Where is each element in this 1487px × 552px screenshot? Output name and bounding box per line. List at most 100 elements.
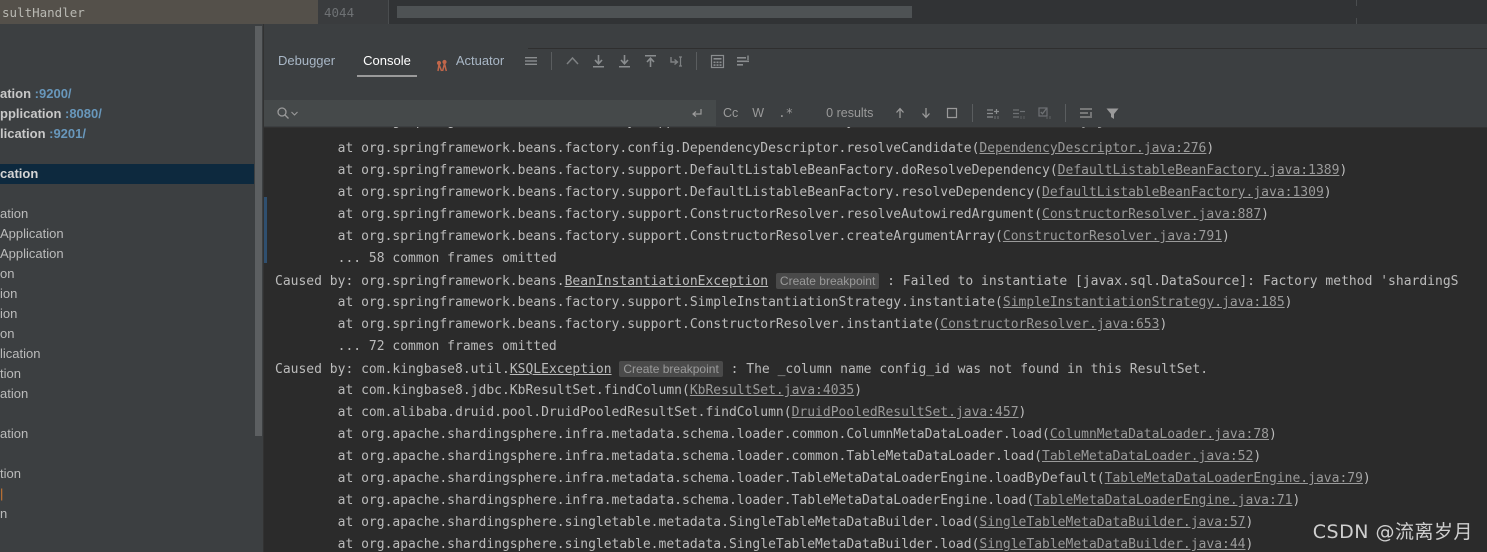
run-config-item[interactable]: Application xyxy=(0,244,254,264)
search-field-container[interactable] xyxy=(264,100,716,126)
stacktrace-source-link[interactable]: TableMetaDataLoader.java:52 xyxy=(1042,449,1253,464)
console-text: ) xyxy=(1253,449,1262,464)
stacktrace-source-link[interactable]: SingleTableMetaDataBuilder.java:57 xyxy=(979,515,1245,530)
console-text: ) xyxy=(1339,163,1348,178)
console-text: ) xyxy=(1018,405,1027,420)
completion-highlight-segment[interactable]: sultHandler xyxy=(0,0,318,24)
layout-settings-button[interactable] xyxy=(519,49,543,73)
run-config-item[interactable]: Application xyxy=(0,224,254,244)
console-text: ) xyxy=(1159,127,1167,129)
console-search-bar: Cc W .* 0 results xyxy=(264,100,1487,126)
horizontal-scrollbar-thumb[interactable] xyxy=(397,6,912,18)
run-config-item[interactable]: lication xyxy=(0,344,254,364)
console-text: at org.springframework.beans.factory.sup… xyxy=(275,317,941,332)
filter-check-button[interactable] xyxy=(1034,102,1056,124)
run-config-item[interactable]: ion xyxy=(0,304,254,324)
stacktrace-source-link[interactable]: TableMetaDataLoaderEngine.java:79 xyxy=(1105,471,1363,486)
run-config-item[interactable] xyxy=(0,184,254,204)
calculator-icon xyxy=(710,54,724,68)
search-prev-button[interactable] xyxy=(889,102,911,124)
chevron-down-icon[interactable] xyxy=(290,102,299,124)
console-text: ) xyxy=(1292,493,1301,508)
stacktrace-source-link[interactable]: DependencyDescriptor.java:276 xyxy=(979,141,1206,156)
step-out-button[interactable] xyxy=(560,49,584,73)
run-config-item[interactable]: ation xyxy=(0,384,254,404)
select-all-occurrences-button[interactable] xyxy=(941,102,963,124)
exception-class-link[interactable]: KSQLException xyxy=(510,362,612,377)
run-config-item[interactable]: ation xyxy=(0,204,254,224)
stacktrace-source-link[interactable]: SimpleInstantiationStrategy.java:185 xyxy=(1003,295,1285,310)
create-breakpoint-chip[interactable]: Create breakpoint xyxy=(619,361,723,377)
run-config-item[interactable]: | xyxy=(0,484,254,504)
stacktrace-source-link[interactable]: ConstructorResolver.java:887 xyxy=(1042,207,1261,222)
run-config-item[interactable]: ion xyxy=(0,284,254,304)
run-config-port-link[interactable]: :8080/ xyxy=(61,106,102,121)
soft-wrap-button[interactable] xyxy=(1075,102,1097,124)
step-over-button[interactable] xyxy=(586,49,610,73)
tab-console[interactable]: Console xyxy=(349,45,425,77)
run-config-item[interactable]: tion xyxy=(0,464,254,484)
run-config-item[interactable]: ation :9200/ xyxy=(0,84,254,104)
create-breakpoint-chip[interactable]: Create breakpoint xyxy=(775,273,880,289)
whole-words-toggle[interactable]: W xyxy=(745,101,771,125)
toolbar-separator-2 xyxy=(696,52,698,70)
run-config-item[interactable]: on xyxy=(0,264,254,284)
sidebar-scrollbar-thumb[interactable] xyxy=(255,26,262,436)
stacktrace-source-link[interactable]: DefaultListableBeanFactory.java:1309 xyxy=(1042,185,1324,200)
arrow-down-bar-icon xyxy=(592,54,604,67)
stacktrace-source-link[interactable]: AbstractBeanFactory.java:333 xyxy=(940,127,1159,129)
run-config-item[interactable] xyxy=(0,144,254,164)
check-lines-icon xyxy=(1038,106,1051,119)
regex-toggle[interactable]: .* xyxy=(771,101,800,125)
run-config-port-link[interactable]: :9200/ xyxy=(31,86,72,101)
evaluate-expression-button[interactable] xyxy=(705,49,729,73)
settings-button[interactable] xyxy=(731,49,755,73)
console-line: at com.kingbase8.jdbc.KbResultSet.findCo… xyxy=(264,380,1487,402)
stacktrace-source-link[interactable]: SingleTableMetaDataBuilder.java:44 xyxy=(979,537,1245,552)
run-config-item[interactable] xyxy=(0,444,254,464)
run-config-item[interactable]: pplication :8080/ xyxy=(0,104,254,124)
line-number-value: 4044 xyxy=(324,4,355,20)
run-config-item[interactable]: tion xyxy=(0,364,254,384)
run-to-cursor-button[interactable] xyxy=(664,49,688,73)
run-config-item[interactable]: n xyxy=(0,504,254,524)
stacktrace-source-link[interactable]: ColumnMetaDataLoader.java:78 xyxy=(1050,427,1269,442)
tab-actuator[interactable]: Actuator xyxy=(425,45,518,77)
search-input[interactable] xyxy=(301,101,684,125)
tab-debugger[interactable]: Debugger xyxy=(264,45,349,77)
run-config-port-link[interactable]: :9201/ xyxy=(46,126,86,141)
debug-console-area: Debugger Console Actuator Cc W .* 0 resu… xyxy=(264,24,1487,552)
top-scrollbar-region[interactable] xyxy=(389,0,1486,24)
filter-funnel-button[interactable] xyxy=(1101,102,1123,124)
run-config-item[interactable]: on xyxy=(0,324,254,344)
exception-class-link[interactable]: BeanInstantiationException xyxy=(565,274,769,289)
run-config-item[interactable] xyxy=(0,404,254,424)
console-output[interactable]: at org.springframework.beans.factory.sup… xyxy=(264,127,1487,552)
run-config-label: lication xyxy=(0,346,41,361)
stacktrace-source-link[interactable]: ConstructorResolver.java:653 xyxy=(940,317,1159,332)
search-separator-1 xyxy=(972,104,974,122)
run-config-item[interactable]: ation xyxy=(0,424,254,444)
step-into-button[interactable] xyxy=(612,49,636,73)
plus-lines-icon xyxy=(986,108,999,119)
filter-exclude-button[interactable] xyxy=(1008,102,1030,124)
search-next-button[interactable] xyxy=(915,102,937,124)
stacktrace-source-link[interactable]: TableMetaDataLoaderEngine.java:71 xyxy=(1034,493,1292,508)
console-line: at org.springframework.beans.factory.sup… xyxy=(264,182,1487,204)
run-config-label: ation xyxy=(0,426,29,441)
force-step-into-button[interactable] xyxy=(638,49,662,73)
console-text: at org.apache.shardingsphere.singletable… xyxy=(275,537,980,552)
stacktrace-source-link[interactable]: ConstructorResolver.java:791 xyxy=(1003,229,1222,244)
minus-lines-icon xyxy=(1012,108,1025,119)
run-to-cursor-icon xyxy=(670,55,682,67)
run-config-item[interactable]: cation xyxy=(0,164,254,184)
run-config-label: lication xyxy=(0,126,46,141)
console-text: ) xyxy=(1323,185,1332,200)
reset-arrow-icon[interactable] xyxy=(686,102,708,124)
stacktrace-source-link[interactable]: DefaultListableBeanFactory.java:1389 xyxy=(1058,163,1340,178)
stacktrace-source-link[interactable]: DruidPooledResultSet.java:457 xyxy=(792,405,1019,420)
filter-include-button[interactable] xyxy=(982,102,1004,124)
run-config-item[interactable]: lication :9201/ xyxy=(0,124,254,144)
stacktrace-source-link[interactable]: KbResultSet.java:4035 xyxy=(690,383,854,398)
match-case-toggle[interactable]: Cc xyxy=(716,101,745,125)
